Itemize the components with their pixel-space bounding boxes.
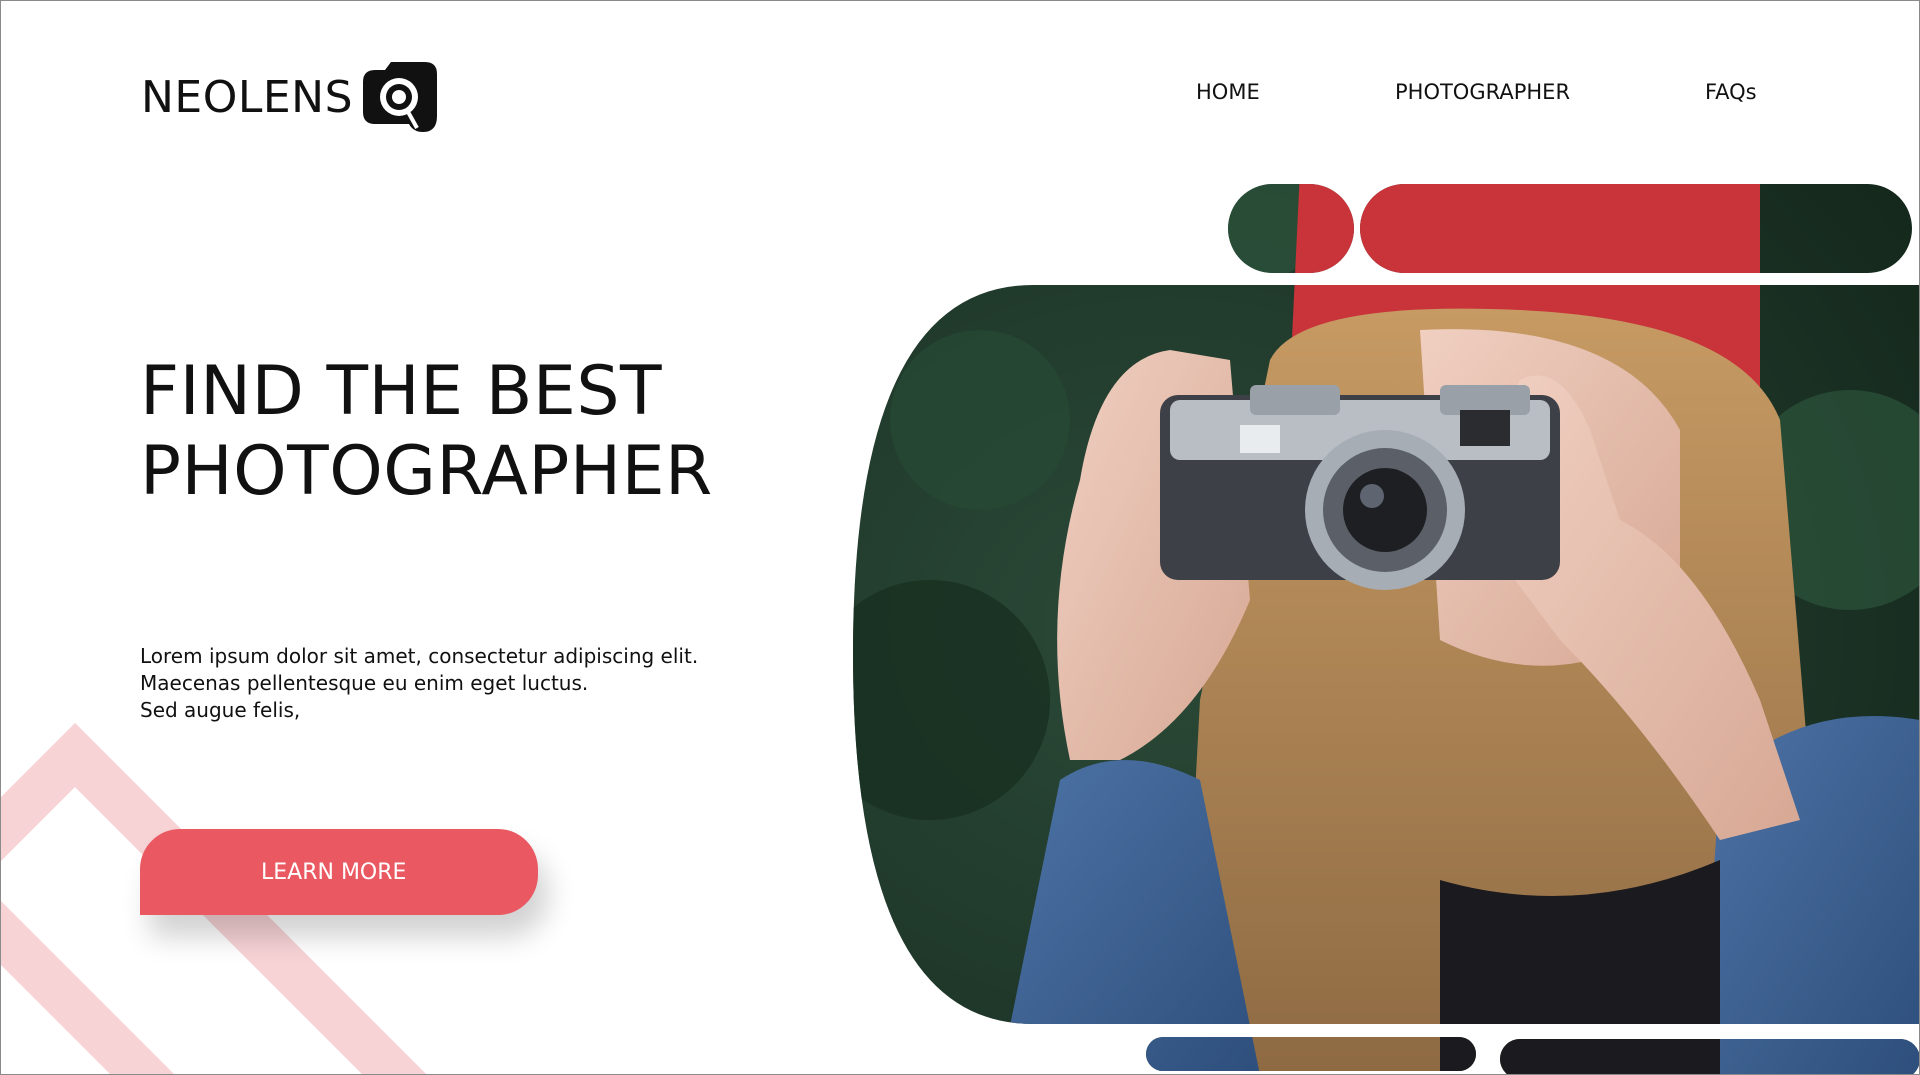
nav-photographer[interactable]: PHOTOGRAPHER	[1395, 80, 1570, 104]
camera-lens-icon	[363, 62, 438, 132]
hero-title-line-1: FIND THE BEST	[140, 352, 663, 431]
hero-description-line-2: Maecenas pellentesque eu enim eget luctu…	[140, 671, 589, 695]
nav-faqs[interactable]: FAQs	[1705, 80, 1757, 104]
hero-title: FIND THE BEST PHOTOGRAPHER	[140, 352, 713, 512]
hero-description-line-1: Lorem ipsum dolor sit amet, consectetur …	[140, 644, 699, 668]
nav-home[interactable]: HOME	[1196, 80, 1260, 104]
hero-description: Lorem ipsum dolor sit amet, consectetur …	[140, 643, 698, 724]
brand-logo[interactable]: NEOLENS	[141, 60, 439, 134]
learn-more-button[interactable]: LEARN MORE	[140, 829, 538, 915]
hero-title-line-2: PHOTOGRAPHER	[140, 432, 713, 511]
hero-description-line-3: Sed augue felis,	[140, 698, 301, 722]
brand-name: NEOLENS	[141, 71, 354, 123]
